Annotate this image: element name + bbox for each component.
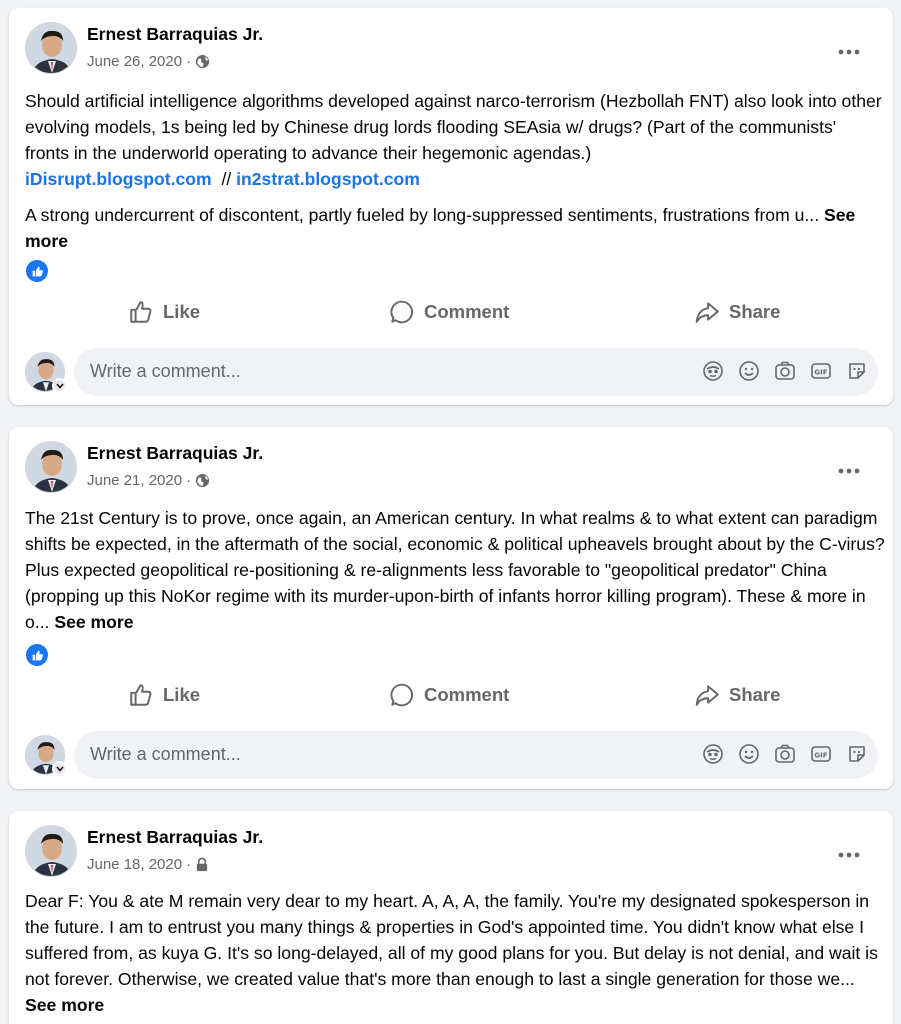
post-actions: Like Comment Share [9, 674, 893, 716]
camera-icon[interactable] [774, 743, 796, 765]
like-reaction-icon[interactable] [26, 260, 48, 282]
chevron-down-icon[interactable] [52, 761, 67, 776]
comment-composer: Write a comment... GIF [25, 348, 881, 396]
gif-icon[interactable]: GIF [810, 360, 832, 382]
svg-text:GIF: GIF [814, 369, 827, 377]
post-date[interactable]: June 18, 2020 [87, 856, 182, 873]
post-paragraph-text: A strong undercurrent of discontent, par… [25, 205, 820, 225]
post-meta: June 18, 2020 · [87, 856, 209, 873]
sticker-icon[interactable] [846, 743, 868, 765]
like-button[interactable]: Like [128, 291, 200, 333]
comment-button[interactable]: Comment [389, 674, 509, 716]
post-card: Ernest Barraquias Jr. June 21, 2020 · Th… [9, 427, 893, 789]
comment-button[interactable]: Comment [389, 291, 509, 333]
post-paragraph-text: Should artificial intelligence algorithm… [25, 91, 882, 163]
share-icon [695, 685, 719, 706]
share-button[interactable]: Share [694, 291, 780, 333]
comment-input[interactable]: Write a comment... GIF [74, 348, 878, 396]
post-header: Ernest Barraquias Jr. June 26, 2020 · [25, 22, 877, 76]
post-meta: June 21, 2020 · [87, 472, 210, 489]
chevron-down-icon[interactable] [52, 378, 67, 393]
post-body: The 21st Century is to prove, once again… [25, 505, 885, 635]
post-body: Dear F: You & ate M remain very dear to … [25, 888, 885, 1018]
avatar-sticker-icon[interactable] [702, 743, 724, 765]
globe-icon[interactable] [195, 54, 210, 69]
sticker-icon[interactable] [846, 360, 868, 382]
see-more-link[interactable]: See more [54, 612, 133, 632]
post-meta: June 26, 2020 · [87, 53, 210, 70]
like-label: Like [163, 301, 201, 322]
author-avatar[interactable] [25, 825, 77, 877]
post-actions: Like Comment Share [9, 291, 893, 333]
comment-tools: GIF [702, 360, 868, 382]
comment-input[interactable]: Write a comment... GIF [74, 731, 878, 779]
lock-icon[interactable] [195, 857, 209, 872]
svg-text:GIF: GIF [814, 752, 827, 760]
post-header: Ernest Barraquias Jr. June 18, 2020 · [25, 825, 877, 879]
post-paragraph-text: The 21st Century is to prove, once again… [25, 508, 885, 632]
post-date[interactable]: June 26, 2020 [87, 53, 182, 70]
more-options-icon[interactable] [831, 837, 867, 873]
like-button[interactable]: Like [128, 674, 200, 716]
like-icon [130, 684, 152, 706]
post-header: Ernest Barraquias Jr. June 21, 2020 · [25, 441, 877, 495]
post-card: Ernest Barraquias Jr. June 18, 2020 · De… [9, 811, 893, 1024]
like-reaction-icon[interactable] [26, 644, 48, 666]
author-avatar[interactable] [25, 22, 77, 74]
post-card: Ernest Barraquias Jr. June 26, 2020 · Sh… [9, 8, 893, 405]
share-label: Share [729, 301, 781, 322]
post-body: Should artificial intelligence algorithm… [25, 88, 885, 254]
comment-label: Comment [424, 301, 510, 322]
author-avatar[interactable] [25, 441, 77, 493]
avatar-sticker-icon[interactable] [702, 360, 724, 382]
emoji-icon[interactable] [738, 360, 760, 382]
comment-icon [390, 300, 414, 324]
meta-separator: · [186, 53, 192, 70]
share-button[interactable]: Share [694, 674, 780, 716]
comment-composer: Write a comment... GIF [25, 731, 881, 779]
post-paragraph: Should artificial intelligence algorithm… [25, 88, 885, 192]
comment-tools: GIF [702, 743, 868, 765]
post-paragraph: A strong undercurrent of discontent, par… [25, 202, 885, 254]
share-icon [695, 302, 719, 323]
blog-link[interactable]: in2strat.blogspot.com [236, 169, 420, 189]
author-name[interactable]: Ernest Barraquias Jr. [87, 827, 263, 848]
emoji-icon[interactable] [738, 743, 760, 765]
like-icon [130, 301, 152, 323]
see-more-link[interactable]: See more [25, 995, 104, 1015]
gif-icon[interactable]: GIF [810, 743, 832, 765]
globe-icon[interactable] [195, 473, 210, 488]
meta-separator: · [186, 472, 192, 489]
author-name[interactable]: Ernest Barraquias Jr. [87, 24, 263, 45]
comment-icon [390, 683, 414, 707]
link-separator: // [221, 169, 232, 189]
more-options-icon[interactable] [831, 453, 867, 489]
post-paragraph-text: Dear F: You & ate M remain very dear to … [25, 891, 878, 989]
comment-label: Comment [424, 684, 510, 705]
post-date[interactable]: June 21, 2020 [87, 472, 182, 489]
comment-placeholder: Write a comment... [90, 744, 241, 764]
share-label: Share [729, 684, 781, 705]
blog-link[interactable]: iDisrupt.blogspot.com [25, 169, 212, 189]
comment-placeholder: Write a comment... [90, 361, 241, 381]
post-paragraph: The 21st Century is to prove, once again… [25, 505, 885, 635]
camera-icon[interactable] [774, 360, 796, 382]
author-name[interactable]: Ernest Barraquias Jr. [87, 443, 263, 464]
post-paragraph: Dear F: You & ate M remain very dear to … [25, 888, 885, 1018]
like-label: Like [163, 684, 201, 705]
more-options-icon[interactable] [831, 34, 867, 70]
meta-separator: · [186, 856, 192, 873]
